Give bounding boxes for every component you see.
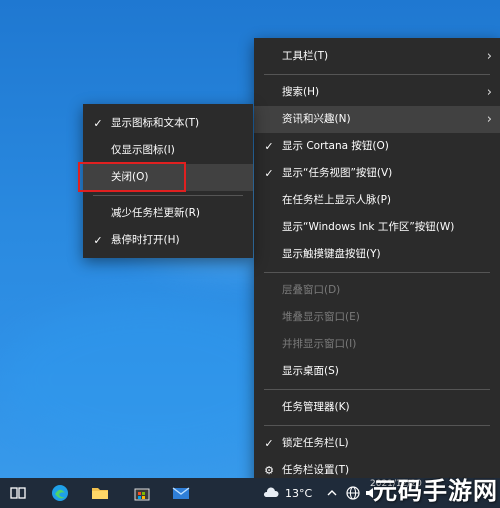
menu-item-label: 仅显示图标(I)	[111, 144, 175, 156]
menu-item-label: 显示触摸键盘按钮(Y)	[282, 248, 381, 260]
submenu-item-icon-only[interactable]: 仅显示图标(I)	[83, 137, 253, 164]
check-icon: ✓	[93, 117, 103, 130]
menu-item-label: 堆叠显示窗口(E)	[282, 311, 360, 323]
menu-item-label: 任务栏设置(T)	[282, 464, 350, 476]
menu-item-label: 并排显示窗口(I)	[282, 338, 357, 350]
menu-item-show-touch-keyboard[interactable]: 显示触摸键盘按钮(Y)	[254, 241, 500, 268]
menu-item-label: 搜索(H)	[282, 86, 320, 98]
menu-item-toolbars[interactable]: 工具栏(T) ›	[254, 43, 500, 70]
red-highlight-box	[78, 162, 186, 192]
menu-item-label: 任务管理器(K)	[282, 401, 350, 413]
menu-separator	[264, 389, 490, 390]
menu-item-label: 资讯和兴趣(N)	[282, 113, 351, 125]
task-view-icon[interactable]	[8, 483, 28, 503]
check-icon: ✓	[264, 140, 274, 153]
menu-item-label: 显示桌面(S)	[282, 365, 339, 377]
file-explorer-icon[interactable]	[90, 483, 110, 503]
menu-separator	[93, 195, 243, 196]
edge-browser-icon[interactable]	[50, 483, 70, 503]
taskbar-context-menu: 工具栏(T) › 搜索(H) › 资讯和兴趣(N) › ✓ 显示 Cortana…	[254, 38, 500, 486]
chevron-right-icon: ›	[486, 49, 492, 64]
menu-item-label: 显示“任务视图”按钮(V)	[282, 167, 393, 179]
microsoft-store-icon[interactable]	[132, 483, 152, 503]
menu-item-label: 显示“Windows Ink 工作区”按钮(W)	[282, 221, 455, 233]
menu-item-label: 在任务栏上显示人脉(P)	[282, 194, 392, 206]
mail-icon[interactable]	[171, 483, 191, 503]
menu-item-label: 显示 Cortana 按钮(O)	[282, 140, 389, 152]
check-icon: ✓	[93, 234, 103, 247]
menu-item-lock-taskbar[interactable]: ✓ 锁定任务栏(L)	[254, 430, 500, 457]
menu-item-news-and-interests[interactable]: 资讯和兴趣(N) ›	[254, 106, 500, 133]
weather-temperature[interactable]: 13°C	[285, 487, 312, 500]
submenu-item-icon-and-text[interactable]: ✓ 显示图标和文本(T)	[83, 110, 253, 137]
submenu-item-reduce-updates[interactable]: 减少任务栏更新(R)	[83, 200, 253, 227]
menu-item-show-cortana[interactable]: ✓ 显示 Cortana 按钮(O)	[254, 133, 500, 160]
menu-item-label: 锁定任务栏(L)	[282, 437, 349, 449]
menu-item-show-desktop[interactable]: 显示桌面(S)	[254, 358, 500, 385]
check-icon: ✓	[264, 167, 274, 180]
menu-item-cascade-windows: 层叠窗口(D)	[254, 277, 500, 304]
globe-network-icon[interactable]	[343, 483, 363, 503]
menu-item-search[interactable]: 搜索(H) ›	[254, 79, 500, 106]
menu-item-label: 层叠窗口(D)	[282, 284, 341, 296]
menu-item-show-task-view[interactable]: ✓ 显示“任务视图”按钮(V)	[254, 160, 500, 187]
site-watermark: 元码手游网	[373, 476, 498, 505]
menu-item-label: 悬停时打开(H)	[111, 234, 180, 246]
chevron-up-icon[interactable]	[322, 483, 342, 503]
menu-item-task-manager[interactable]: 任务管理器(K)	[254, 394, 500, 421]
menu-separator	[264, 272, 490, 273]
chevron-right-icon: ›	[486, 85, 492, 100]
chevron-right-icon: ›	[486, 112, 492, 127]
menu-item-show-people[interactable]: 在任务栏上显示人脉(P)	[254, 187, 500, 214]
menu-item-side-by-side: 并排显示窗口(I)	[254, 331, 500, 358]
menu-item-show-windows-ink[interactable]: 显示“Windows Ink 工作区”按钮(W)	[254, 214, 500, 241]
submenu-item-open-on-hover[interactable]: ✓ 悬停时打开(H)	[83, 227, 253, 254]
menu-item-label: 显示图标和文本(T)	[111, 117, 200, 129]
cloud-weather-icon[interactable]	[261, 483, 281, 503]
menu-separator	[264, 74, 490, 75]
menu-item-label: 减少任务栏更新(R)	[111, 207, 200, 219]
menu-item-stack-windows: 堆叠显示窗口(E)	[254, 304, 500, 331]
menu-item-label: 工具栏(T)	[282, 50, 329, 62]
check-icon: ✓	[264, 437, 274, 450]
menu-separator	[264, 425, 490, 426]
